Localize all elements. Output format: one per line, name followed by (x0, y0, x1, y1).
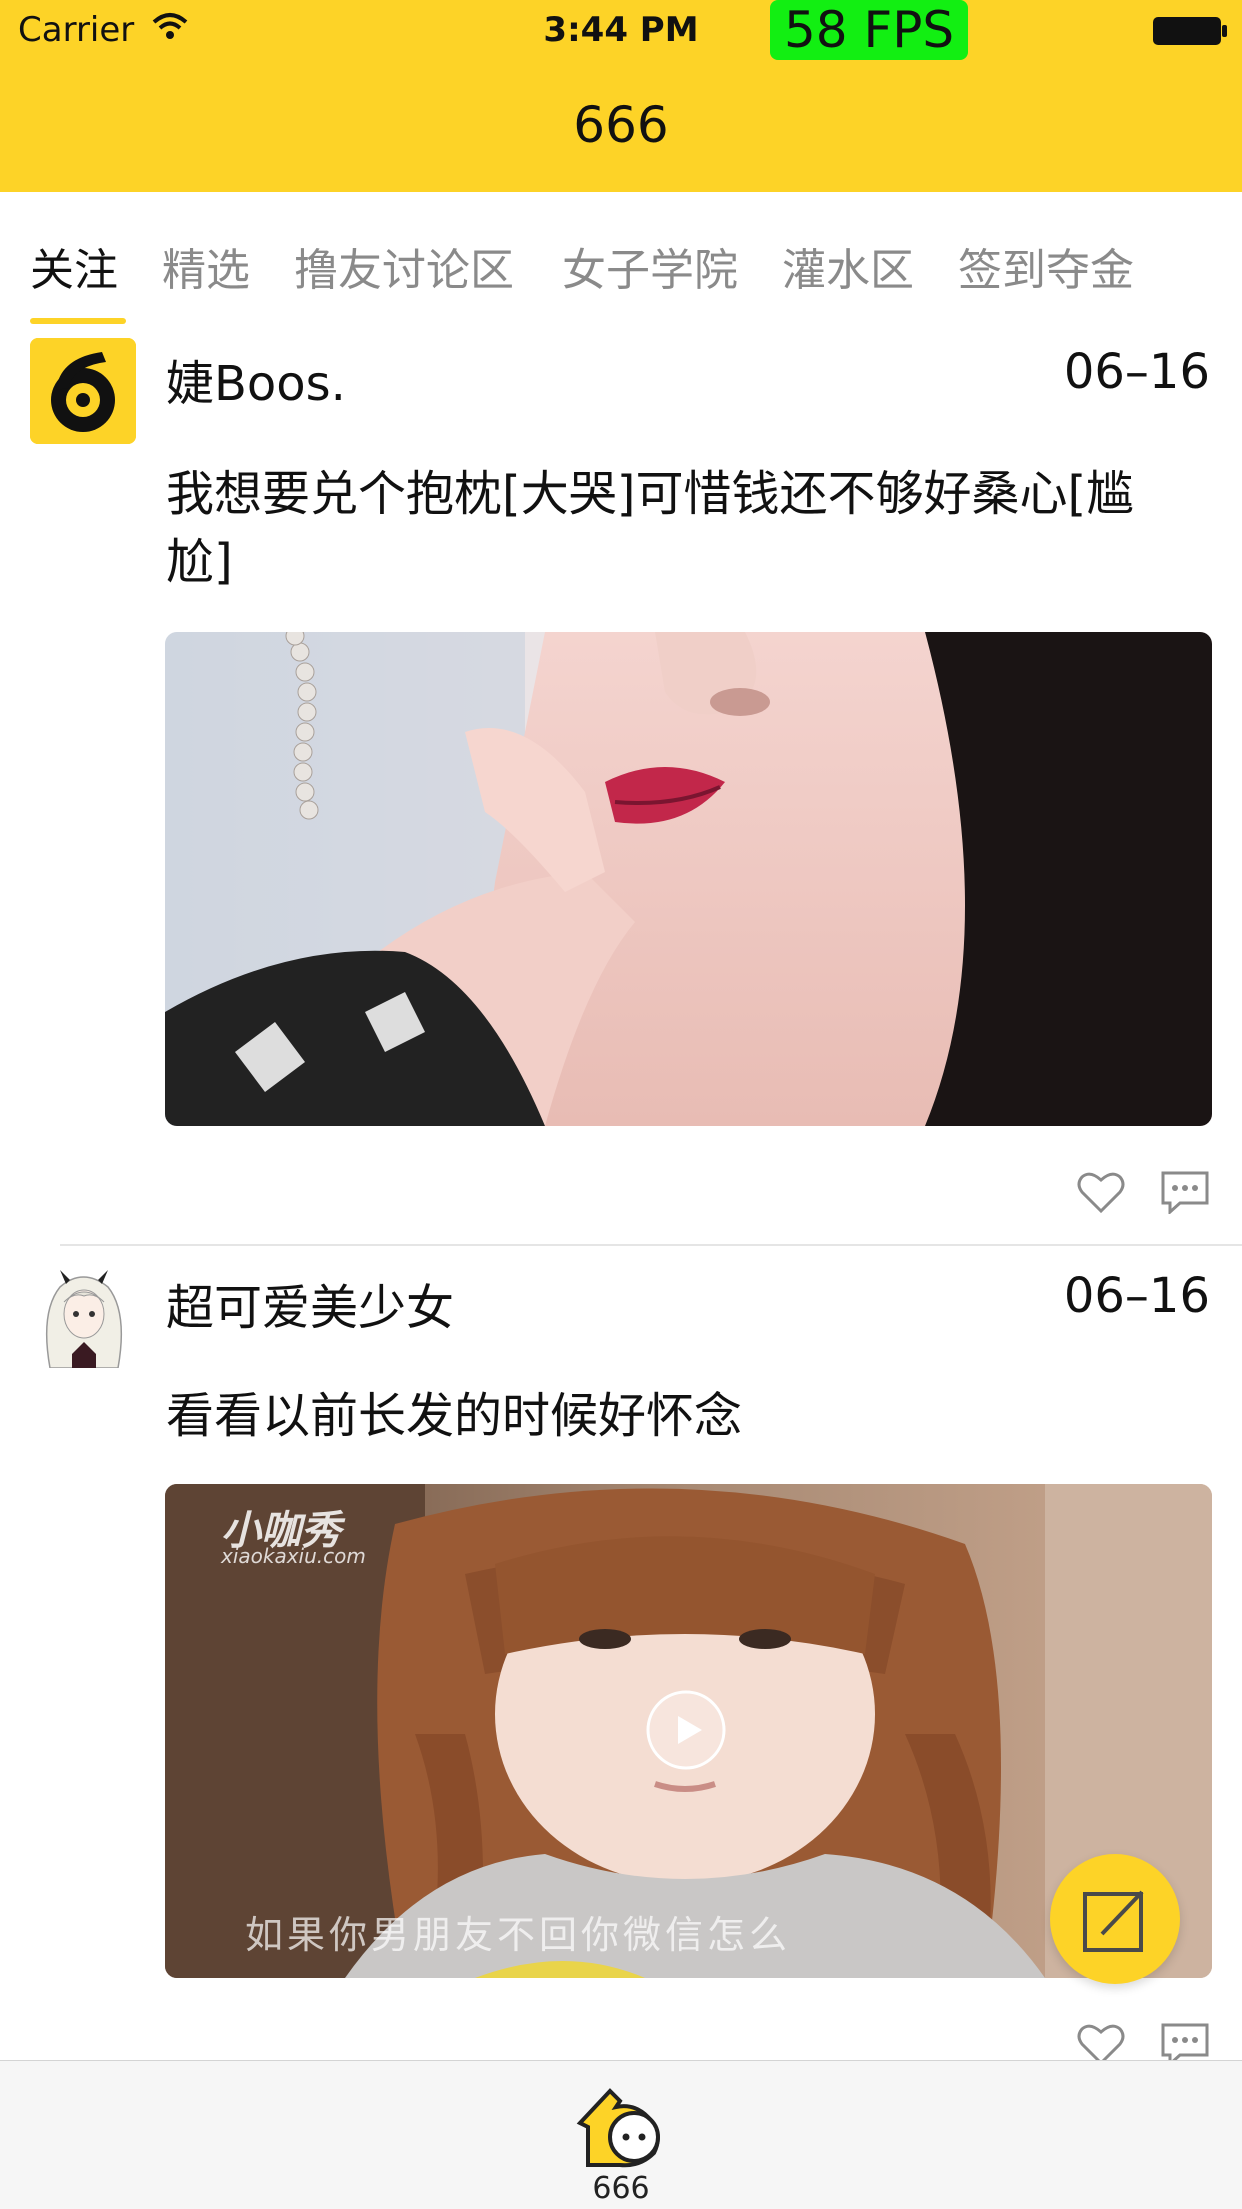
tab-discussion[interactable]: 撸友讨论区 (294, 234, 514, 298)
video-watermark-url: xiaokaxiu.com (221, 1544, 366, 1568)
home-mascot-icon[interactable] (574, 2073, 670, 2169)
post-date: 06–16 (1063, 1268, 1210, 1324)
post-date: 06–16 (1063, 344, 1210, 400)
video-subtitle: 如果你男朋友不回你微信怎么 (245, 1913, 792, 1957)
tab-checkin[interactable]: 签到夺金 (958, 234, 1134, 298)
compose-button[interactable] (1050, 1854, 1180, 1984)
selfie-photo (165, 632, 1212, 1126)
nav-bar: 666 (0, 60, 1242, 193)
tab-indicator (30, 318, 126, 324)
tab-women-academy[interactable]: 女子学院 (562, 234, 738, 298)
avatar[interactable] (30, 338, 136, 444)
post-username[interactable]: 婕Boos. (166, 344, 346, 414)
page-title: 666 (573, 96, 669, 154)
bottom-tab-bar: 666 (0, 2060, 1242, 2209)
category-tabs: 关注 精选 撸友讨论区 女子学院 灌水区 签到夺金 (0, 192, 1242, 324)
play-icon[interactable] (645, 1689, 727, 1771)
tab-chat-zone[interactable]: 灌水区 (782, 234, 914, 298)
post-image[interactable] (165, 632, 1212, 1126)
avatar[interactable] (30, 1262, 136, 1368)
post-content: 我想要兑个抱枕[大哭]可惜钱还不够好桑心[尴尬] (166, 466, 1135, 590)
status-bar: Carrier 3:44 PM 58 FPS (0, 0, 1242, 60)
tab-bar-label: 666 (592, 2171, 650, 2206)
battery-icon (1153, 17, 1227, 45)
post-divider (60, 1244, 1242, 1246)
fps-badge: 58 FPS (770, 0, 969, 60)
six-logo-icon (30, 338, 136, 444)
comment-icon[interactable] (1160, 1170, 1210, 1214)
post-username[interactable]: 超可爱美少女 (166, 1268, 454, 1338)
tab-featured[interactable]: 精选 (162, 234, 250, 298)
compose-icon (1083, 1890, 1144, 1952)
heart-icon[interactable] (1076, 1170, 1126, 1214)
post-content: 看看以前长发的时候好怀念 (166, 1388, 743, 1444)
anime-girl-avatar (30, 1262, 136, 1368)
tab-follow[interactable]: 关注 (30, 234, 118, 298)
status-time: 3:44 PM (543, 10, 699, 50)
